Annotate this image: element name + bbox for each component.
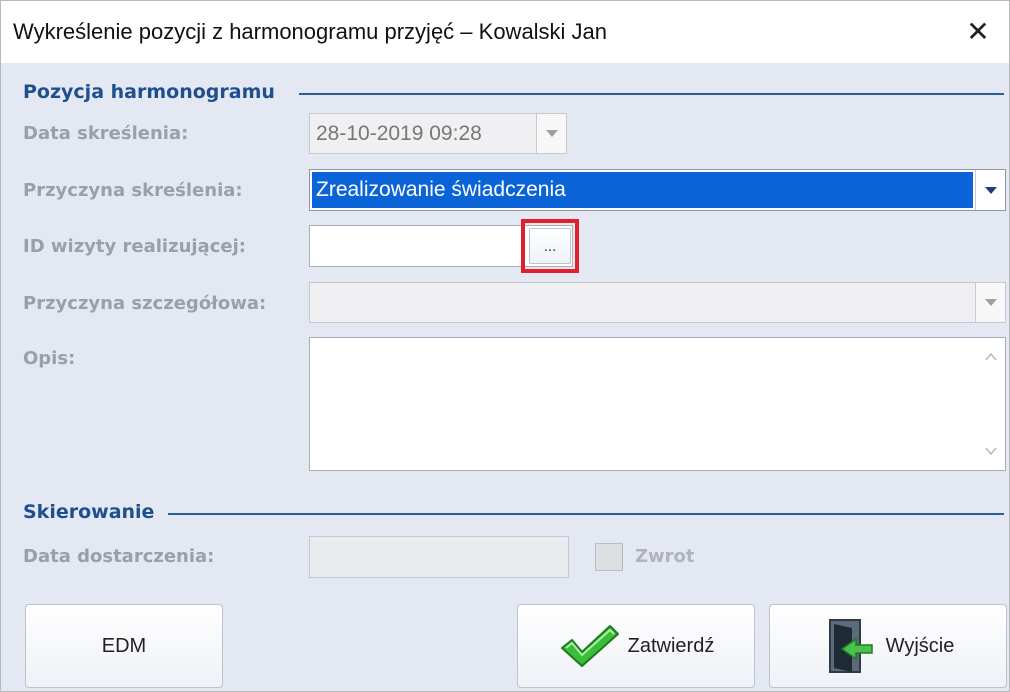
confirm-button[interactable]: Zatwierdź <box>517 604 755 688</box>
chevron-down-icon[interactable] <box>536 114 566 153</box>
strike-reason-value: Zrealizowanie świadczenia <box>316 178 566 201</box>
detail-reason-select[interactable] <box>309 282 1006 323</box>
section-divider <box>168 513 1004 515</box>
exit-button-label: Wyjście <box>885 634 955 657</box>
window-title: Wykreślenie pozycji z harmonogramu przyj… <box>13 19 608 44</box>
strike-date-picker[interactable]: 28-10-2019 09:28 <box>309 113 567 154</box>
chevron-down-icon[interactable] <box>975 283 1005 322</box>
delivery-date-label: Data dostarczenia: <box>23 546 215 567</box>
dialog-window: Wykreślenie pozycji z harmonogramu przyj… <box>0 0 1010 692</box>
scroll-down-icon[interactable] <box>977 436 1005 466</box>
checkmark-icon <box>560 625 619 667</box>
section-divider <box>299 93 1004 95</box>
return-checkbox-label: Zwrot <box>635 546 695 567</box>
strike-reason-label: Przyczyna skreślenia: <box>23 180 243 201</box>
scroll-up-icon[interactable] <box>977 342 1005 372</box>
chevron-down-icon[interactable] <box>975 170 1005 210</box>
exit-button[interactable]: Wyjście <box>769 604 1007 688</box>
detail-reason-label: Przyczyna szczegółowa: <box>23 293 267 314</box>
strike-date-label: Data skreślenia: <box>23 123 189 144</box>
close-icon[interactable]: ✕ <box>953 7 1003 57</box>
strike-date-value: 28-10-2019 09:28 <box>316 122 482 145</box>
strike-reason-select[interactable]: Zrealizowanie świadczenia <box>309 169 1006 211</box>
description-label: Opis: <box>23 348 76 369</box>
description-textarea[interactable] <box>309 337 1006 471</box>
section-title-referral: Skierowanie <box>23 501 155 523</box>
edm-button-label: EDM <box>101 634 147 657</box>
delivery-date-field[interactable] <box>309 536 569 578</box>
visit-id-label: ID wizyty realizującej: <box>23 236 246 257</box>
confirm-button-label: Zatwierdź <box>627 634 715 657</box>
title-bar: Wykreślenie pozycji z harmonogramu przyj… <box>1 1 1009 63</box>
section-title-position: Pozycja harmonogramu <box>23 81 275 103</box>
edm-button[interactable]: EDM <box>25 604 223 688</box>
exit-door-icon <box>828 619 873 673</box>
visit-id-browse-button[interactable]: ... <box>529 228 571 264</box>
return-checkbox[interactable] <box>595 543 623 571</box>
vertical-scrollbar[interactable] <box>977 338 1005 470</box>
